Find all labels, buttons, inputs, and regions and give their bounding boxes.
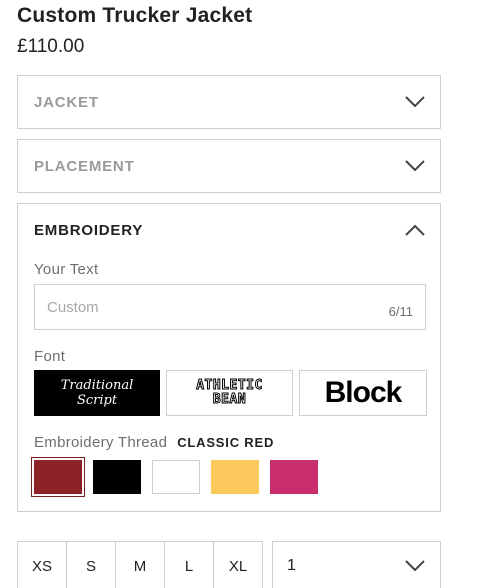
size-option-l[interactable]: L: [165, 542, 214, 588]
font-option-block[interactable]: Block: [299, 370, 427, 416]
accordion-embroidery-title: EMBROIDERY: [34, 221, 144, 239]
thread-label: Embroidery Thread: [34, 434, 168, 451]
chevron-down-icon: [405, 160, 425, 172]
size-option-xs[interactable]: XS: [18, 542, 67, 588]
chevron-down-icon: [405, 96, 425, 108]
quantity-value: 1: [287, 557, 296, 574]
accordion-placement-header[interactable]: PLACEMENT: [18, 140, 440, 192]
thread-swatch-white[interactable]: [152, 460, 200, 494]
product-price: £110.00: [17, 36, 85, 57]
char-counter: 6/11: [388, 303, 413, 319]
size-option-xl[interactable]: XL: [214, 542, 262, 588]
thread-heading: Embroidery Thread CLASSIC RED: [34, 434, 274, 451]
accordion-placement-title: PLACEMENT: [34, 157, 135, 175]
size-option-s[interactable]: S: [67, 542, 116, 588]
accordion-embroidery-header[interactable]: EMBROIDERY: [18, 204, 440, 256]
font-option-athletic-bean[interactable]: ATHLETIC BEAN: [166, 370, 293, 416]
chevron-down-icon: [405, 560, 425, 572]
chevron-up-icon: [405, 224, 425, 236]
font-label: Font: [34, 348, 66, 365]
accordion-embroidery: EMBROIDERY Your Text 6/11 Font Tradition…: [17, 203, 441, 512]
font-option-athletic-bean-line1: ATHLETIC: [196, 378, 263, 393]
thread-swatch-classic-red[interactable]: [31, 457, 85, 497]
accordion-jacket-title: JACKET: [34, 93, 99, 111]
thread-selected-name: CLASSIC RED: [177, 435, 275, 450]
font-option-athletic-bean-label: ATHLETIC BEAN: [196, 378, 263, 407]
accordion-jacket-header[interactable]: JACKET: [18, 76, 440, 128]
your-text-input[interactable]: [47, 298, 389, 316]
font-options: Traditional Script ATHLETIC BEAN Block: [34, 370, 427, 416]
font-option-block-label: Block: [324, 376, 403, 409]
font-option-traditional-script[interactable]: Traditional Script: [34, 370, 160, 416]
font-option-traditional-script-line2: Script: [76, 393, 118, 408]
your-text-label: Your Text: [34, 261, 99, 278]
accordion-placement: PLACEMENT: [17, 139, 441, 193]
thread-swatches: [31, 457, 318, 497]
your-text-field: 6/11: [34, 284, 426, 330]
accordion-jacket: JACKET: [17, 75, 441, 129]
font-option-athletic-bean-line2: BEAN: [212, 392, 247, 407]
size-option-m[interactable]: M: [116, 542, 165, 588]
product-title: Custom Trucker Jacket: [17, 4, 253, 27]
thread-swatch-pink[interactable]: [270, 460, 318, 494]
font-option-traditional-script-line1: Traditional: [60, 378, 134, 393]
size-selector: XS S M L XL: [17, 541, 263, 588]
font-option-traditional-script-label: Traditional Script: [61, 378, 134, 408]
thread-swatch-yellow[interactable]: [211, 460, 259, 494]
quantity-select[interactable]: 1: [272, 541, 441, 588]
thread-swatch-black[interactable]: [93, 460, 141, 494]
